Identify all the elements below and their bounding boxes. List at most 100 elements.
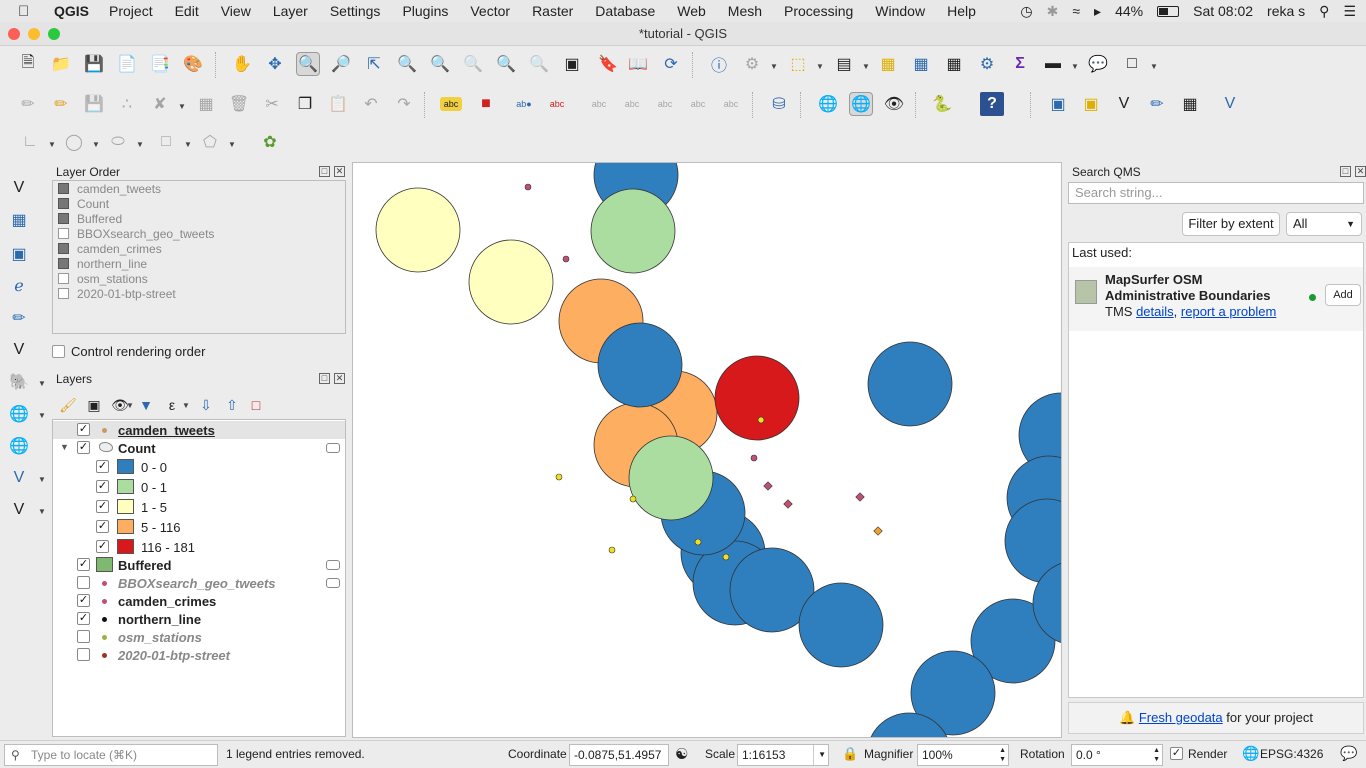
filter-by-extent-button[interactable]: Filter by extent (1182, 212, 1280, 236)
messages-icon[interactable]: 💬 (1340, 745, 1357, 762)
spotlight-icon[interactable]: ⚲ (1319, 3, 1329, 20)
pan-to-selection-icon[interactable]: ✥ (263, 52, 287, 76)
menu-database[interactable]: Database (595, 3, 655, 19)
layer-order-item[interactable]: northern_line (53, 256, 345, 271)
layer-visibility-checkbox[interactable]: ✓ (77, 612, 90, 625)
vertex-tool-icon[interactable]: ✘ (148, 92, 172, 116)
add-raster-layer-icon[interactable]: ▦ (7, 208, 31, 232)
layer-order-checkbox[interactable] (58, 243, 69, 254)
pin-labels-icon[interactable]: abc (545, 92, 569, 116)
deselect-all-icon[interactable]: ▦ (876, 52, 900, 76)
locator-input[interactable]: ⚲ Type to locate (⌘K) (4, 744, 218, 766)
qms-service-item[interactable]: MapSurfer OSM Administrative Boundaries … (1069, 267, 1363, 331)
qgis-plugin-icon[interactable]: ✿ (258, 130, 282, 154)
new-mesh-layer-icon[interactable]: V (1218, 92, 1242, 116)
menu-layer[interactable]: Layer (273, 3, 308, 19)
layer-order-item[interactable]: BBOXsearch_geo_tweets (53, 226, 345, 241)
statistical-summary-icon[interactable]: Σ (1008, 52, 1032, 76)
menu-web[interactable]: Web (677, 3, 706, 19)
render-checkbox[interactable]: ✓ (1170, 747, 1183, 760)
battery-percent[interactable]: 44% (1115, 3, 1143, 19)
move-label-icon[interactable]: abc (620, 92, 644, 116)
control-center-icon[interactable]: ☰ (1343, 3, 1356, 20)
qms-search-input[interactable]: Search string... (1068, 182, 1364, 204)
show-hide-labels-icon[interactable]: abc (587, 92, 611, 116)
layer-row-camden-tweets[interactable]: ✓ camden_tweets (53, 421, 345, 439)
add-virtual-layer-icon[interactable]: V (7, 498, 31, 522)
layer-visibility-checkbox[interactable]: ✓ (77, 558, 90, 571)
zoom-to-selection-icon[interactable]: 🔍 (395, 52, 419, 76)
qms-type-select[interactable]: All ▼ (1286, 212, 1362, 236)
run-action-dropdown[interactable]: ▼ (770, 62, 778, 71)
close-panel-icon[interactable]: ✕ (334, 166, 345, 177)
layer-row-bbox[interactable]: BBOXsearch_geo_tweets (53, 574, 345, 592)
refresh-icon[interactable]: ⟳ (659, 52, 683, 76)
open-project-icon[interactable]: 📁 (49, 52, 73, 76)
paste-features-icon[interactable]: 📋 (326, 92, 350, 116)
add-service-button[interactable]: Add (1325, 284, 1361, 306)
menu-edit[interactable]: Edit (175, 3, 199, 19)
change-label-icon[interactable]: abc (686, 92, 710, 116)
minimize-window-button[interactable] (28, 28, 40, 40)
layer-visibility-checkbox[interactable] (77, 630, 90, 643)
wifi-icon[interactable]: ≈ (1072, 3, 1080, 19)
zoom-to-layer-icon[interactable]: 🔍 (428, 52, 452, 76)
menu-vector[interactable]: Vector (470, 3, 510, 19)
layer-order-item[interactable]: camden_tweets (53, 181, 345, 196)
digitize-rectangle-dropdown[interactable]: ▼ (184, 140, 192, 149)
field-calculator-icon[interactable]: ▦ (942, 52, 966, 76)
add-postgis-dropdown[interactable]: ▼ (38, 379, 46, 388)
identify-features-icon[interactable]: ⓘ (707, 52, 731, 76)
qms-search-icon[interactable]: 🌐 (849, 92, 873, 116)
battery-icon[interactable] (1157, 5, 1180, 17)
layer-visibility-checkbox[interactable] (77, 648, 90, 661)
layer-order-item[interactable]: osm_stations (53, 271, 345, 286)
zoom-last-icon[interactable]: 🔍 (494, 52, 518, 76)
add-wcs-icon[interactable]: V (7, 466, 31, 490)
toggle-extents-icon[interactable]: ☯ (675, 745, 688, 763)
digitize-line-dropdown[interactable]: ▼ (48, 140, 56, 149)
expand-collapse-icon[interactable]: ▼ (60, 442, 69, 452)
annotation-dropdown[interactable]: ▼ (1150, 62, 1158, 71)
qms-add-icon[interactable]: 🌐 (816, 92, 840, 116)
user-name[interactable]: reka s (1267, 3, 1305, 19)
add-virtual-dropdown[interactable]: ▼ (38, 507, 46, 516)
report-problem-link[interactable]: report a problem (1181, 304, 1276, 319)
layer-row-northern-line[interactable]: ✓ northern_line (53, 610, 345, 628)
add-wcs-dropdown[interactable]: ▼ (38, 475, 46, 484)
current-edits-icon[interactable]: ✏ (16, 92, 40, 116)
new-spatialite-layer-icon[interactable]: V (1112, 92, 1136, 116)
zoom-in-icon[interactable]: 🔍 (296, 52, 320, 76)
digitize-polygon-dropdown[interactable]: ▼ (228, 140, 236, 149)
remove-layer-icon[interactable]: □ (244, 393, 268, 417)
layer-visibility-checkbox[interactable]: ✓ (77, 423, 90, 436)
pan-map-icon[interactable]: ✋ (230, 52, 254, 76)
menu-app-qgis[interactable]: QGIS (54, 3, 89, 19)
menu-mesh[interactable]: Mesh (728, 3, 762, 19)
class-visibility-checkbox[interactable]: ✓ (96, 540, 109, 553)
layer-order-checkbox[interactable] (58, 273, 69, 284)
undo-icon[interactable]: ↶ (359, 92, 383, 116)
open-layer-styling-icon[interactable]: 🖌 (56, 393, 80, 417)
new-project-icon[interactable]: 🗎 (16, 52, 40, 76)
legend-class-row[interactable]: ✓ 0 - 0 (53, 457, 345, 477)
save-layer-edits-icon[interactable]: 💾 (82, 92, 106, 116)
map-drawing[interactable] (353, 163, 1062, 738)
cut-features-icon[interactable]: ✂ (260, 92, 284, 116)
rotate-label-icon[interactable]: abc (653, 92, 677, 116)
highlight-pinned-labels-icon[interactable]: ab● (512, 92, 536, 116)
measure-dropdown[interactable]: ▼ (1071, 62, 1079, 71)
save-project-icon[interactable]: 💾 (82, 52, 106, 76)
toggle-editing-icon[interactable]: ✏ (49, 92, 73, 116)
copy-features-icon[interactable]: ❐ (293, 92, 317, 116)
processing-toolbox-icon[interactable]: ⚙ (975, 52, 999, 76)
zoom-out-icon[interactable]: 🔎 (329, 52, 353, 76)
add-gpx-layer-icon[interactable]: ✏ (7, 306, 31, 330)
add-wms-dropdown[interactable]: ▼ (38, 411, 46, 420)
manage-map-themes-dropdown[interactable]: ▼ (126, 401, 134, 410)
float-panel-icon[interactable]: □ (319, 166, 330, 177)
redo-icon[interactable]: ↷ (392, 92, 416, 116)
menu-plugins[interactable]: Plugins (402, 3, 448, 19)
add-postgis-icon[interactable]: 🐘 (7, 370, 31, 394)
zoom-native-icon[interactable]: 🔍 (461, 52, 485, 76)
